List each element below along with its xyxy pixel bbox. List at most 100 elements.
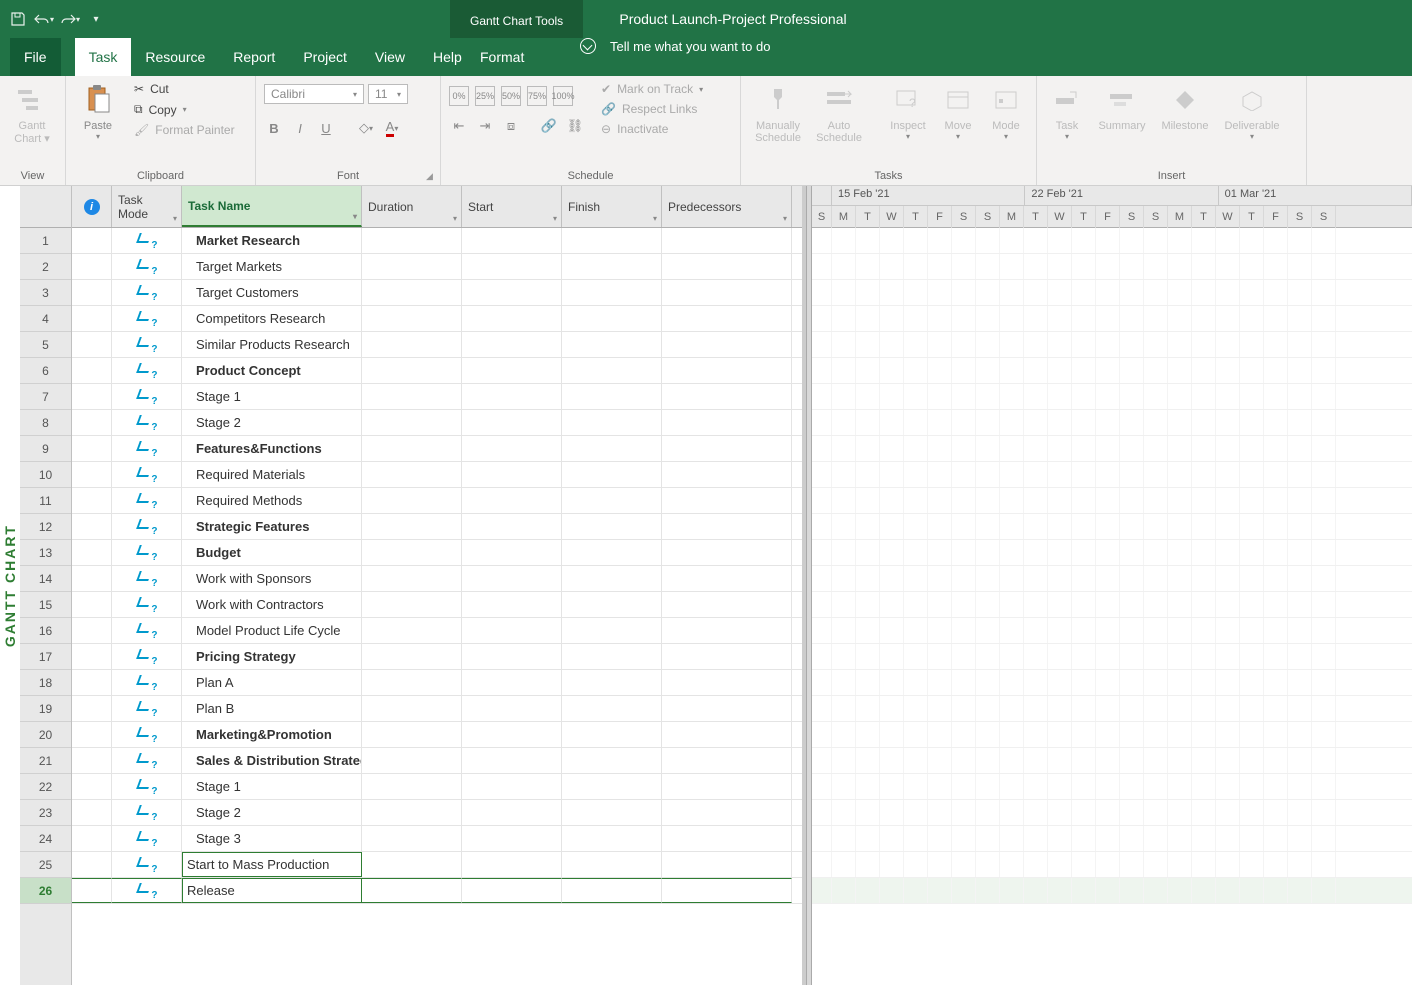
cell-predecessors[interactable]	[662, 358, 792, 383]
cell-finish[interactable]	[562, 722, 662, 747]
tab-task[interactable]: Task	[75, 38, 132, 76]
timeline-row[interactable]	[812, 644, 1412, 670]
cell-finish[interactable]	[562, 254, 662, 279]
cell-duration[interactable]	[362, 514, 462, 539]
cell-task-mode[interactable]: ?	[112, 488, 182, 513]
timeline-row[interactable]	[812, 696, 1412, 722]
cell-info[interactable]	[72, 592, 112, 617]
cell-start[interactable]	[462, 722, 562, 747]
cell-info[interactable]	[72, 878, 112, 903]
cell-duration[interactable]	[362, 358, 462, 383]
timeline-row[interactable]	[812, 592, 1412, 618]
table-row[interactable]: ?Required Methods	[72, 488, 802, 514]
row-header[interactable]: 10	[20, 462, 71, 488]
cell-info[interactable]	[72, 228, 112, 253]
cell-start[interactable]	[462, 488, 562, 513]
cell-duration[interactable]	[362, 696, 462, 721]
insert-deliverable-button[interactable]: Deliverable▾	[1219, 80, 1285, 141]
table-row[interactable]: ?Plan B	[72, 696, 802, 722]
timeline-row[interactable]	[812, 254, 1412, 280]
cell-info[interactable]	[72, 800, 112, 825]
cell-task-name[interactable]: Stage 2	[182, 800, 362, 825]
font-dialog-launcher[interactable]: ◢	[426, 171, 438, 183]
cell-task-mode[interactable]: ?	[112, 332, 182, 357]
row-header[interactable]: 21	[20, 748, 71, 774]
bold-button[interactable]: B	[264, 118, 284, 138]
cell-finish[interactable]	[562, 462, 662, 487]
table-row[interactable]: ?Target Customers	[72, 280, 802, 306]
table-row[interactable]: ?Similar Products Research	[72, 332, 802, 358]
row-header[interactable]: 14	[20, 566, 71, 592]
tab-file[interactable]: File	[10, 38, 61, 76]
row-header[interactable]: 4	[20, 306, 71, 332]
tab-resource[interactable]: Resource	[131, 38, 219, 76]
cell-duration[interactable]	[362, 670, 462, 695]
cell-task-name[interactable]: Plan B	[182, 696, 362, 721]
timeline-row[interactable]	[812, 670, 1412, 696]
cell-task-mode[interactable]: ?	[112, 618, 182, 643]
table-row[interactable]: ?Stage 2	[72, 800, 802, 826]
pct0-button[interactable]: 0%	[449, 86, 469, 106]
cell-task-name[interactable]: Market Research	[182, 228, 362, 253]
row-header[interactable]: 19	[20, 696, 71, 722]
cell-duration[interactable]	[362, 852, 462, 877]
font-color-button[interactable]: A▾	[382, 118, 402, 138]
qat-customize-icon[interactable]: ▾	[86, 9, 106, 29]
cell-task-mode[interactable]: ?	[112, 566, 182, 591]
cell-predecessors[interactable]	[662, 488, 792, 513]
tab-project[interactable]: Project	[289, 38, 361, 76]
cell-info[interactable]	[72, 514, 112, 539]
table-row[interactable]: ?Start to Mass Production	[72, 852, 802, 878]
cell-task-mode[interactable]: ?	[112, 878, 182, 903]
cell-finish[interactable]	[562, 436, 662, 461]
cell-predecessors[interactable]	[662, 514, 792, 539]
cell-start[interactable]	[462, 644, 562, 669]
row-header[interactable]: 1	[20, 228, 71, 254]
cell-predecessors[interactable]	[662, 566, 792, 591]
cell-task-name[interactable]: Required Methods	[182, 488, 362, 513]
task-grid[interactable]: i Task Mode▾ Task Name▾ Duration▾ Start▾…	[72, 186, 802, 985]
timeline-row[interactable]	[812, 436, 1412, 462]
cell-task-name[interactable]: Features&Functions	[182, 436, 362, 461]
cell-duration[interactable]	[362, 644, 462, 669]
cell-task-name[interactable]: Target Customers	[182, 280, 362, 305]
select-all-corner[interactable]	[20, 186, 71, 228]
col-info[interactable]: i	[72, 186, 112, 227]
row-header[interactable]: 15	[20, 592, 71, 618]
cell-info[interactable]	[72, 644, 112, 669]
row-header[interactable]: 3	[20, 280, 71, 306]
cell-task-name[interactable]: Start to Mass Production	[182, 852, 362, 877]
cell-task-mode[interactable]: ?	[112, 800, 182, 825]
cell-start[interactable]	[462, 774, 562, 799]
cell-task-name[interactable]: Strategic Features	[182, 514, 362, 539]
cell-task-name[interactable]: Marketing&Promotion	[182, 722, 362, 747]
row-header[interactable]: 6	[20, 358, 71, 384]
row-header[interactable]: 20	[20, 722, 71, 748]
timeline-row[interactable]	[812, 878, 1412, 904]
cell-predecessors[interactable]	[662, 644, 792, 669]
table-row[interactable]: ?Model Product Life Cycle	[72, 618, 802, 644]
table-row[interactable]: ?Required Materials	[72, 462, 802, 488]
insert-summary-button[interactable]: Summary	[1093, 80, 1151, 132]
cell-task-name[interactable]: Stage 2	[182, 410, 362, 435]
cell-info[interactable]	[72, 670, 112, 695]
cell-start[interactable]	[462, 332, 562, 357]
cell-predecessors[interactable]	[662, 228, 792, 253]
cell-task-name[interactable]: Stage 3	[182, 826, 362, 851]
cell-task-name[interactable]: Release	[182, 878, 362, 903]
cell-info[interactable]	[72, 696, 112, 721]
cell-predecessors[interactable]	[662, 332, 792, 357]
cell-duration[interactable]	[362, 618, 462, 643]
cell-finish[interactable]	[562, 228, 662, 253]
cell-duration[interactable]	[362, 332, 462, 357]
insert-task-button[interactable]: Task▾	[1045, 80, 1089, 141]
cell-finish[interactable]	[562, 306, 662, 331]
cell-finish[interactable]	[562, 566, 662, 591]
cell-task-name[interactable]: Pricing Strategy	[182, 644, 362, 669]
col-task-mode[interactable]: Task Mode▾	[112, 186, 182, 227]
cell-finish[interactable]	[562, 358, 662, 383]
move-button[interactable]: Move▾	[936, 80, 980, 141]
cell-info[interactable]	[72, 618, 112, 643]
fill-color-button[interactable]: ◇▾	[356, 118, 376, 138]
table-row[interactable]: ?Market Research	[72, 228, 802, 254]
